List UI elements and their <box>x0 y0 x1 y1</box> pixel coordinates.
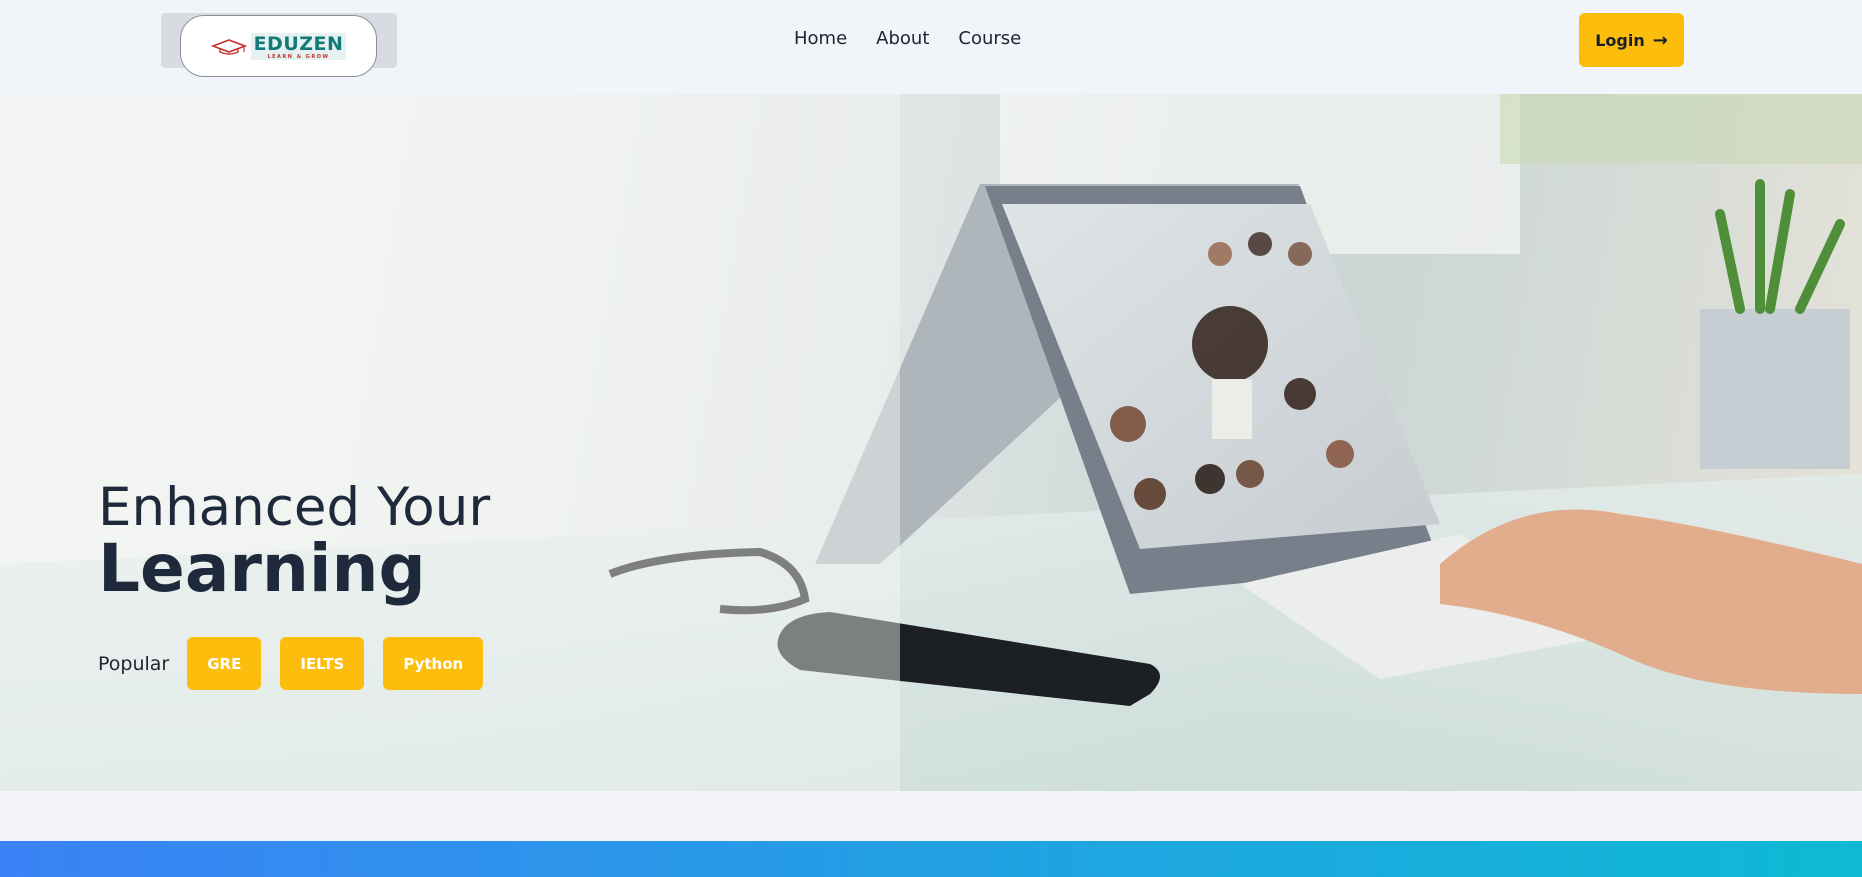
main-nav: Home About Course <box>794 28 1050 49</box>
hero-heading-line2: Learning <box>98 530 426 607</box>
tag-button-python[interactable]: Python <box>383 637 484 690</box>
hero-heading: Enhanced Your Learning <box>98 477 491 607</box>
arrow-right-icon: → <box>1652 29 1668 51</box>
popular-tags: Popular GRE IELTS Python <box>98 637 502 690</box>
nav-link-about[interactable]: About <box>876 28 929 49</box>
logo-word: EDUZEN <box>253 32 344 55</box>
logo: EDUZEN LEARN & GROW <box>210 32 347 60</box>
gradient-section-bar <box>0 841 1862 877</box>
login-label: Login <box>1595 30 1645 50</box>
navbar: EDUZEN LEARN & GROW Home About Course Lo… <box>0 0 1862 94</box>
nav-link-home[interactable]: Home <box>794 28 847 49</box>
nav-link-course[interactable]: Course <box>958 28 1021 49</box>
tag-button-ielts[interactable]: IELTS <box>280 637 365 690</box>
login-button[interactable]: Login → <box>1579 13 1684 67</box>
hero-heading-line1: Enhanced Your <box>98 477 491 538</box>
logo-link[interactable]: EDUZEN LEARN & GROW <box>180 15 377 77</box>
logo-container: EDUZEN LEARN & GROW <box>161 13 397 77</box>
hero-banner: Enhanced Your Learning Popular GRE IELTS… <box>0 94 1862 791</box>
tag-button-gre[interactable]: GRE <box>187 637 262 690</box>
popular-label: Popular <box>98 652 170 675</box>
graduation-cap-icon <box>210 39 247 55</box>
logo-tagline: LEARN & GROW <box>267 53 330 60</box>
logo-text: EDUZEN LEARN & GROW <box>250 32 347 60</box>
